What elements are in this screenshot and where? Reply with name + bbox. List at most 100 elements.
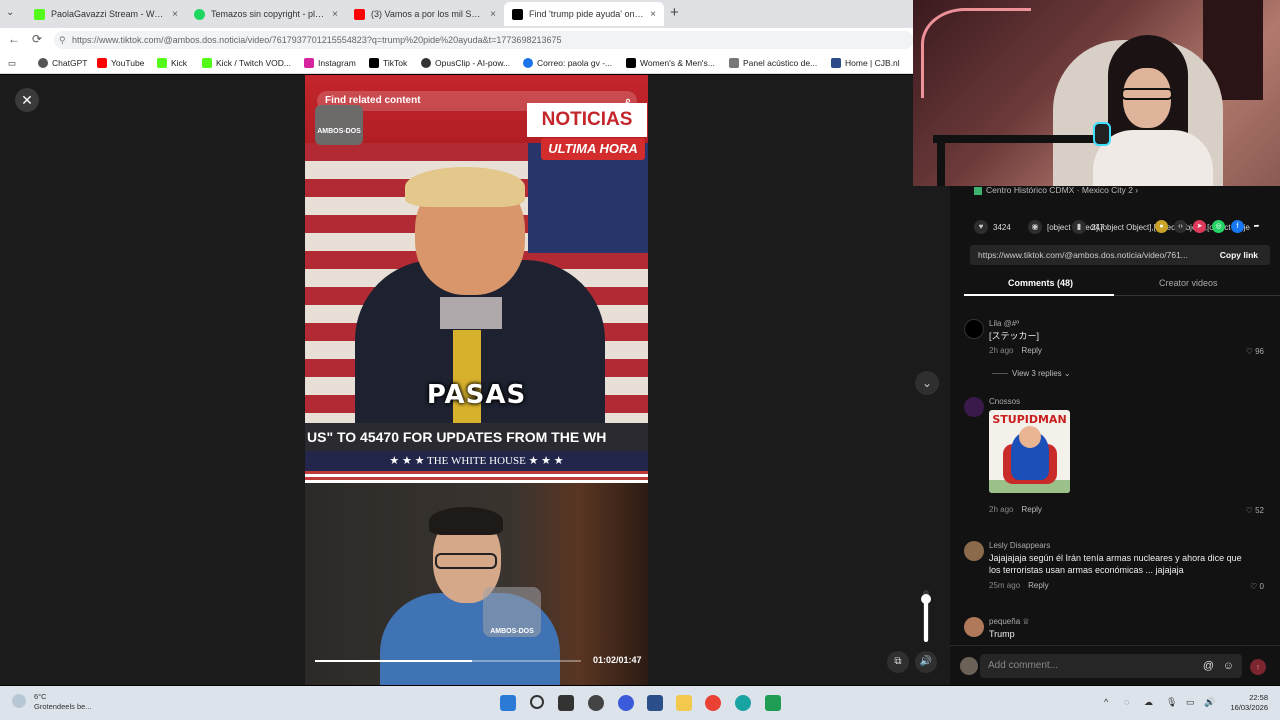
view-replies-button[interactable]: View 3 replies ⌄ <box>992 369 1071 378</box>
save-button[interactable]: ▮ 247 <box>1072 220 1104 234</box>
comment-icon: ◉ <box>1028 220 1042 234</box>
bookmark-instagram[interactable]: Instagram <box>304 56 356 70</box>
bookmark-chatgpt[interactable]: ChatGPT <box>38 56 87 70</box>
next-video-button[interactable]: ⌄ <box>915 371 939 395</box>
site-info-icon[interactable]: ⚲ <box>59 31 66 49</box>
comment-like[interactable]: ♡ 96 <box>1246 347 1264 356</box>
video-player[interactable]: Find related content ⌕ AMBOS-DOS NOTICIA… <box>305 75 648 685</box>
post-comment-button[interactable]: ↑ <box>1250 659 1266 675</box>
bookmark-kick[interactable]: Kick <box>157 56 187 70</box>
heart-outline-icon: ♡ <box>1250 582 1258 591</box>
weather-widget[interactable]: 6°C Grotendeels be... <box>12 692 92 712</box>
comment-like-count: 96 <box>1255 347 1264 356</box>
tab-creator-videos[interactable]: Creator videos <box>1159 278 1218 288</box>
comment-like[interactable]: ♡ 52 <box>1246 506 1264 515</box>
new-tab-button[interactable]: + <box>670 4 679 21</box>
search-icon[interactable] <box>530 695 544 709</box>
tab-search-icon[interactable]: ⌄ <box>6 7 14 18</box>
url-input[interactable]: ⚲ https://www.tiktok.com/@ambos.dos.noti… <box>54 31 914 49</box>
bookmark-panel-acustico[interactable]: Panel acústico de... <box>729 56 817 70</box>
send-icon[interactable]: ➤ <box>1193 220 1206 233</box>
comment-meta: 25m ago Reply <box>989 581 1049 590</box>
close-tab-icon[interactable]: × <box>490 9 496 20</box>
copy-link-button[interactable]: Copy link <box>1220 245 1258 265</box>
screen: ⌄ PaolaGavazzi Stream - Watch Live × Tem… <box>0 0 1280 720</box>
avatar[interactable] <box>964 617 984 637</box>
volume-icon[interactable]: 🔊 <box>1204 697 1215 708</box>
reply-button[interactable]: Reply <box>1028 581 1048 590</box>
comment-author[interactable]: pequeña ♕ <box>989 617 1030 626</box>
mention-icon[interactable]: @ <box>1203 654 1214 678</box>
bookmark-kick-twitch-vod[interactable]: Kick / Twitch VOD... <box>202 56 291 70</box>
pip-button[interactable]: ⧉ <box>887 651 909 673</box>
close-tab-icon[interactable]: × <box>172 9 178 20</box>
back-button[interactable]: ← <box>8 32 20 46</box>
app-icon[interactable] <box>588 695 604 711</box>
bookmark-cjb[interactable]: Home | CJB.nl <box>831 56 900 70</box>
avatar[interactable] <box>964 541 984 561</box>
share-icon[interactable]: ➦ <box>1250 220 1263 233</box>
cjb-icon <box>831 58 841 68</box>
embed-icon[interactable]: ‹› <box>1174 220 1187 233</box>
cam-neon-light <box>921 8 1031 98</box>
tab-youtube[interactable]: (3) Vamos a por los mil SEGUIDORES × <box>346 2 504 26</box>
comment-author[interactable]: Lila @#º <box>989 319 1019 328</box>
location-tag[interactable]: Centro Histórico CDMX · Mexico City 2 › <box>974 185 1138 195</box>
chevron-down-icon: ⌄ <box>1063 369 1071 378</box>
reload-button[interactable]: ⟳ <box>32 32 42 46</box>
store-icon[interactable] <box>647 695 663 711</box>
coin-icon[interactable]: ● <box>1155 220 1168 233</box>
bookmark-label: Home | CJB.nl <box>845 58 900 68</box>
edge-icon[interactable] <box>735 695 751 711</box>
add-comment-input[interactable]: Add comment... @ ☺ <box>980 654 1242 678</box>
comment-author[interactable]: Cnossos <box>989 397 1020 406</box>
tab-spotify-playlist[interactable]: Temazos sin copyright - playlist b × <box>186 2 346 26</box>
chrome-icon[interactable] <box>705 695 721 711</box>
display-icon[interactable]: ▭ <box>1186 697 1195 708</box>
microphone-icon[interactable]: 🎙 <box>1166 697 1177 708</box>
app-icon[interactable] <box>618 695 634 711</box>
whatsapp-icon[interactable]: ◎ <box>1212 220 1225 233</box>
comment-time: 25m ago <box>989 581 1021 590</box>
reply-button[interactable]: Reply <box>1021 346 1041 355</box>
volume-button[interactable]: 🔊 <box>915 651 937 673</box>
windows-start-icon[interactable] <box>500 695 516 711</box>
url-text: https://www.tiktok.com/@ambos.dos.notici… <box>72 35 562 45</box>
bookmark-opusclip[interactable]: OpusClip - AI-pow... <box>421 56 510 70</box>
panel-icon <box>729 58 739 68</box>
close-tab-icon[interactable]: × <box>650 9 656 20</box>
bookmark-icon: ▮ <box>1072 220 1086 234</box>
bookmarks-grid-icon[interactable]: ▭ <box>8 56 16 70</box>
tab-kick-stream[interactable]: PaolaGavazzi Stream - Watch Live × <box>26 2 186 26</box>
reply-button[interactable]: Reply <box>1021 505 1041 514</box>
close-tab-icon[interactable]: × <box>332 9 338 20</box>
spreadsheet-icon[interactable] <box>765 695 781 711</box>
bookmark-womens-mens[interactable]: Women's & Men's... <box>626 56 715 70</box>
avatar <box>960 657 978 675</box>
comment-author[interactable]: Lesly Disappears <box>989 541 1050 550</box>
file-explorer-icon[interactable] <box>676 695 692 711</box>
ambos-dos-logo: AMBOS-DOS <box>315 105 363 145</box>
bookmark-youtube[interactable]: YouTube <box>97 56 144 70</box>
tab-comments[interactable]: Comments (48) <box>1008 278 1073 288</box>
bookmark-label: Women's & Men's... <box>640 58 715 68</box>
avatar[interactable] <box>964 397 984 417</box>
close-video-button[interactable]: ✕ <box>15 88 39 112</box>
volume-slider[interactable] <box>921 590 931 642</box>
task-view-icon[interactable] <box>558 695 574 711</box>
bookmark-correo[interactable]: Correo: paola gv -... <box>523 56 612 70</box>
tab-tiktok-active[interactable]: Find 'trump pide ayuda' on TikTok × <box>504 2 664 26</box>
like-button[interactable]: ♥ 3424 <box>974 220 1011 234</box>
cloud-icon[interactable]: ☁ <box>1144 697 1153 708</box>
comment-like[interactable]: ♡ 0 <box>1250 582 1264 591</box>
sticker-face <box>1019 426 1041 448</box>
facebook-icon[interactable]: f <box>1231 220 1244 233</box>
system-clock[interactable]: 22:58 16/03/2026 <box>1224 693 1268 713</box>
bookmark-tiktok[interactable]: TikTok <box>369 56 407 70</box>
avatar[interactable] <box>964 319 984 339</box>
sync-icon[interactable]: ◌ <box>1124 697 1129 707</box>
show-hidden-icons[interactable]: ^ <box>1104 697 1108 707</box>
video-progress-bar[interactable] <box>315 660 581 662</box>
tab-title: Temazos sin copyright - playlist b <box>211 9 326 19</box>
emoji-icon[interactable]: ☺ <box>1223 654 1234 678</box>
